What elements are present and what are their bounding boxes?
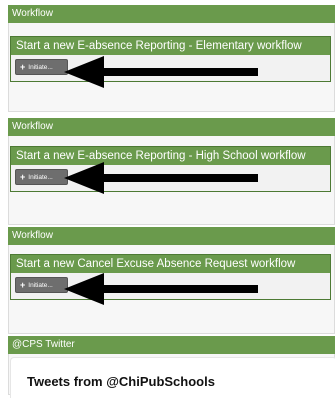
twitter-title: Tweets from @ChiPubSchools [27,374,215,389]
panel-header: Workflow [8,227,335,245]
initiate-label: Initiate... [28,173,53,181]
plus-icon: + [20,280,26,290]
plus-icon: + [20,62,26,72]
left-arrow-icon [64,273,258,305]
panel-header: Workflow [8,118,335,136]
panel-header: @CPS Twitter [8,336,335,354]
left-arrow-icon [64,162,258,194]
twitter-timeline[interactable]: Tweets from @ChiPubSchools [10,357,335,398]
panel-header: Workflow [8,5,335,23]
initiate-label: Initiate... [28,281,53,289]
plus-icon: + [20,172,26,182]
initiate-label: Initiate... [28,63,53,71]
left-arrow-icon [64,56,258,88]
workflow-title: Start a new E-absence Reporting - Elemen… [16,40,302,52]
